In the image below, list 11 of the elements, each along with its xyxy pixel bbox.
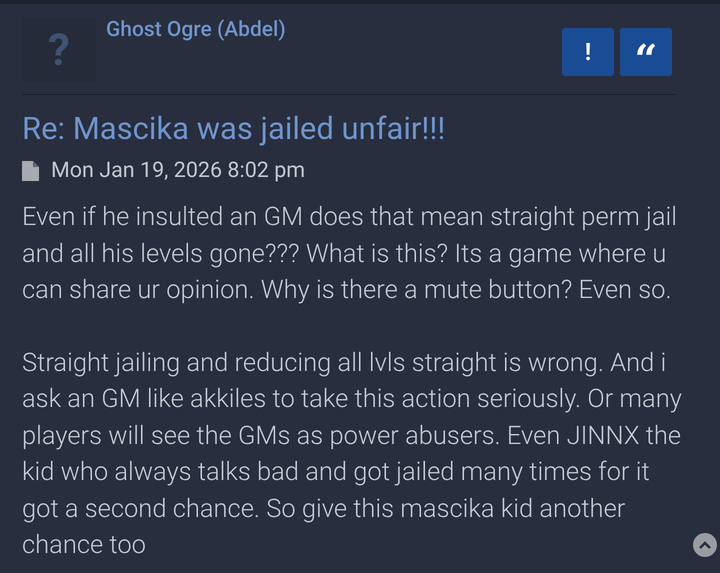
post-paragraph: Even if he insulted an GM does that mean straight perm jail and all his levels gone??? What is this? Its a game where u can share ur opinion. Why is there a mute button? Even so. [22, 201, 678, 308]
scroll-top-button[interactable] [693, 533, 717, 557]
document-icon [22, 161, 39, 182]
post-date: Mon Jan 19, 2026 8:02 pm [51, 157, 306, 185]
report-button[interactable]: ! [562, 28, 614, 76]
post-title[interactable]: Re: Mascika was jailed unfair!!! [22, 111, 698, 147]
quote-button[interactable]: “ [620, 28, 672, 76]
post-paragraph: Straight jailing and reducing all lvls straight is wrong. And i ask an GM like akkiles to take this action seriously. Or many players will see the GMs as power abusers. Even JINNX the kid who always talks bad and got jailed many times for it got a second chance. So give this mascika kid another chance too [22, 346, 683, 562]
author-name[interactable]: Ghost Ogre (Abdel) [106, 20, 286, 41]
avatar-question-mark: ? [48, 28, 70, 72]
chevron-up-icon [699, 541, 711, 549]
